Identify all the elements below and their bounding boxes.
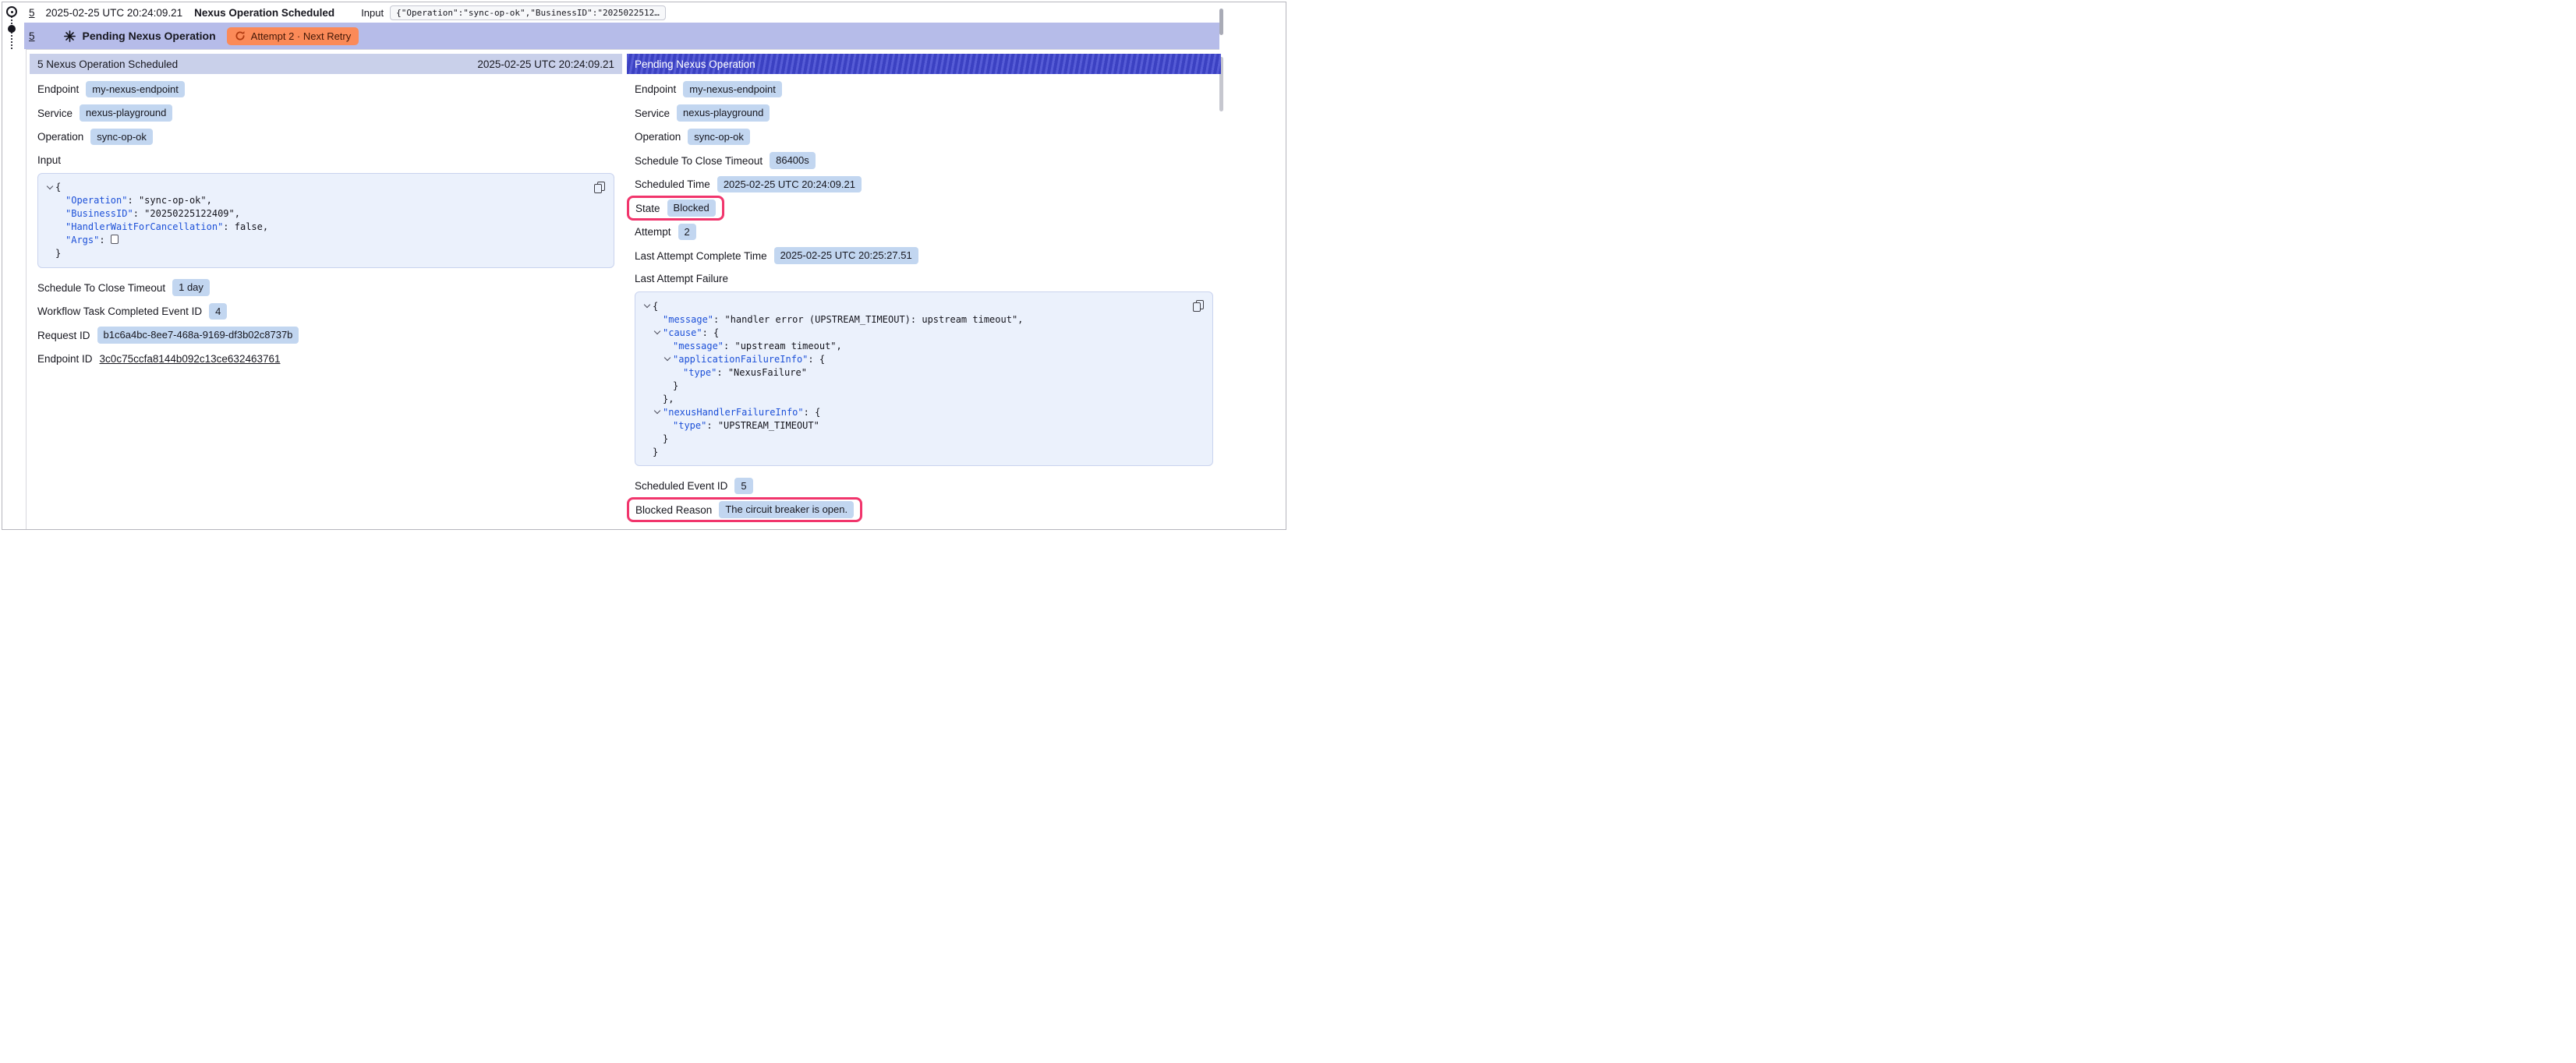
- empty-array-icon: [111, 235, 119, 244]
- field-label: Service: [635, 108, 670, 119]
- field-label: Endpoint: [37, 83, 79, 95]
- field-attempt: Attempt 2: [635, 223, 1213, 241]
- field-value-chip: my-nexus-endpoint: [86, 81, 185, 98]
- event-row-scheduled[interactable]: 5 2025-02-25 UTC 20:24:09.21 Nexus Opera…: [24, 2, 1219, 23]
- pending-event-title: Pending Nexus Operation: [83, 30, 216, 42]
- field-label: Blocked Reason: [635, 504, 712, 516]
- event-detail-area: 5 Nexus Operation Scheduled 2025-02-25 U…: [26, 49, 1219, 529]
- event-list-scrollbar-thumb[interactable]: [1219, 9, 1223, 35]
- event-node-icon[interactable]: [6, 6, 17, 17]
- pending-operation-panel: Pending Nexus Operation Endpoint my-nexu…: [627, 54, 1221, 524]
- field-request-id: Request ID b1c6a4bc-8ee7-468a-9169-df3b0…: [37, 327, 614, 344]
- pending-panel-header: Pending Nexus Operation: [627, 54, 1221, 74]
- field-state: State Blocked: [635, 200, 1213, 217]
- pending-operation-icon: [63, 30, 76, 43]
- field-label: Last Attempt Complete Time: [635, 250, 767, 262]
- state-highlight-box: State Blocked: [627, 196, 724, 221]
- field-value-chip: 2: [678, 224, 696, 241]
- retry-badge-label: Attempt 2 · Next Retry: [251, 30, 352, 42]
- field-value-chip: nexus-playground: [80, 104, 172, 122]
- scheduled-event-panel: 5 Nexus Operation Scheduled 2025-02-25 U…: [30, 54, 622, 374]
- field-schedule-to-close: Schedule To Close Timeout 86400s: [635, 152, 1213, 170]
- workflow-history-view: 5 2025-02-25 UTC 20:24:09.21 Nexus Opera…: [2, 2, 1286, 530]
- copy-icon[interactable]: [1191, 298, 1206, 313]
- field-label: Operation: [37, 131, 83, 143]
- event-node-filled-icon[interactable]: [8, 25, 16, 33]
- field-label: Schedule To Close Timeout: [635, 155, 763, 167]
- state-value-chip: Blocked: [667, 200, 716, 217]
- field-label: Schedule To Close Timeout: [37, 282, 165, 294]
- event-id-link[interactable]: 5: [29, 30, 35, 42]
- retry-attempt-badge[interactable]: Attempt 2 · Next Retry: [227, 27, 359, 45]
- field-service: Service nexus-playground: [635, 104, 1213, 122]
- scheduled-panel-header: 5 Nexus Operation Scheduled 2025-02-25 U…: [30, 54, 622, 74]
- endpoint-id-link[interactable]: 3c0c75ccfa8144b092c13ce632463761: [100, 353, 281, 365]
- field-endpoint: Endpoint my-nexus-endpoint: [635, 80, 1213, 98]
- retry-icon: [235, 30, 246, 41]
- field-operation: Operation sync-op-ok: [635, 128, 1213, 146]
- field-label: Operation: [635, 131, 681, 143]
- field-value-chip: 2025-02-25 UTC 20:24:09.21: [717, 176, 862, 193]
- field-value-chip: sync-op-ok: [90, 129, 153, 146]
- scheduled-panel-title: 5 Nexus Operation Scheduled: [37, 58, 178, 70]
- blocked-reason-value-chip: The circuit breaker is open.: [719, 501, 854, 518]
- field-value-chip: my-nexus-endpoint: [683, 81, 782, 98]
- event-row-pending-selected[interactable]: 5 Pending Nexus Operation Attempt 2 · Ne…: [24, 23, 1219, 49]
- field-value-chip: b1c6a4bc-8ee7-468a-9169-df3b02c8737b: [97, 327, 299, 344]
- event-title: Nexus Operation Scheduled: [194, 7, 334, 19]
- field-label: Scheduled Time: [635, 178, 710, 190]
- field-schedule-to-close: Schedule To Close Timeout 1 day: [37, 279, 614, 297]
- field-endpoint-id: Endpoint ID 3c0c75ccfa8144b092c13ce63246…: [37, 350, 614, 368]
- chevron-down-icon[interactable]: [654, 328, 660, 334]
- chevron-down-icon[interactable]: [47, 182, 53, 189]
- field-label: Scheduled Event ID: [635, 480, 727, 492]
- chevron-down-icon[interactable]: [644, 302, 650, 308]
- field-endpoint: Endpoint my-nexus-endpoint: [37, 80, 614, 98]
- input-json-viewer: {"Operation": "sync-op-ok","BusinessID":…: [37, 173, 614, 268]
- field-label: Endpoint ID: [37, 353, 93, 365]
- field-value-chip: 5: [734, 478, 752, 495]
- field-label: State: [635, 203, 660, 214]
- field-scheduled-time: Scheduled Time 2025-02-25 UTC 20:24:09.2…: [635, 175, 1213, 193]
- event-timestamp: 2025-02-25 UTC 20:24:09.21: [46, 7, 183, 19]
- event-input-preview[interactable]: {"Operation":"sync-op-ok","BusinessID":"…: [390, 5, 666, 20]
- last-attempt-failure-label: Last Attempt Failure: [635, 270, 1213, 287]
- failure-json-viewer: {"message": "handler error (UPSTREAM_TIM…: [635, 291, 1213, 466]
- field-label: Request ID: [37, 330, 90, 341]
- scheduled-panel-timestamp: 2025-02-25 UTC 20:24:09.21: [477, 58, 614, 70]
- event-list: 5 2025-02-25 UTC 20:24:09.21 Nexus Opera…: [24, 2, 1219, 49]
- field-value-chip: 1 day: [172, 279, 210, 296]
- input-section-label: Input: [37, 152, 614, 168]
- field-service: Service nexus-playground: [37, 104, 614, 122]
- field-value-chip: 86400s: [770, 152, 816, 169]
- field-wft-completed-event-id: Workflow Task Completed Event ID 4: [37, 302, 614, 320]
- field-label: Attempt: [635, 226, 671, 238]
- chevron-down-icon[interactable]: [664, 355, 671, 361]
- field-value-chip: 2025-02-25 UTC 20:25:27.51: [774, 247, 918, 264]
- event-input-label: Input: [361, 7, 384, 19]
- field-label: Workflow Task Completed Event ID: [37, 305, 202, 317]
- chevron-down-icon[interactable]: [654, 408, 660, 414]
- field-label: Service: [37, 108, 73, 119]
- field-value-chip: 4: [209, 303, 227, 320]
- field-operation: Operation sync-op-ok: [37, 128, 614, 146]
- field-label: Endpoint: [635, 83, 676, 95]
- field-value-chip: nexus-playground: [677, 104, 770, 122]
- copy-icon[interactable]: [592, 179, 607, 195]
- blocked-reason-highlight-box: Blocked Reason The circuit breaker is op…: [627, 497, 862, 522]
- field-value-chip: sync-op-ok: [688, 129, 750, 146]
- field-last-attempt-complete-time: Last Attempt Complete Time 2025-02-25 UT…: [635, 247, 1213, 265]
- pending-panel-title: Pending Nexus Operation: [635, 58, 755, 70]
- event-id-link[interactable]: 5: [29, 7, 35, 19]
- event-graph-rail: [2, 4, 24, 54]
- field-blocked-reason: Blocked Reason The circuit breaker is op…: [635, 501, 1213, 519]
- field-scheduled-event-id: Scheduled Event ID 5: [635, 477, 1213, 495]
